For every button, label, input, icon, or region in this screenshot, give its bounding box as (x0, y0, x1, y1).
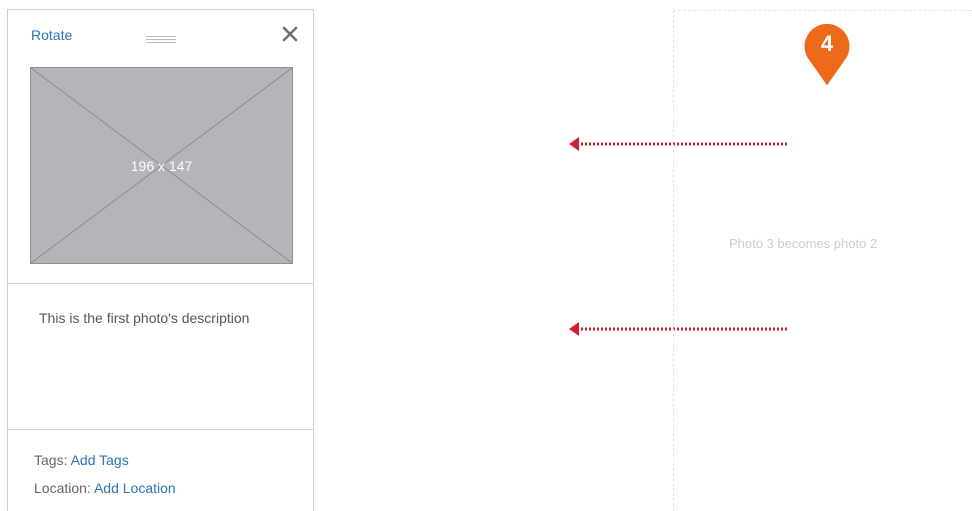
tags-label: Tags: (34, 452, 68, 468)
left-arrow-icon (569, 322, 787, 336)
drop-zone-border (673, 10, 674, 511)
add-tags-link[interactable]: Add Tags (71, 452, 129, 468)
drop-zone-border (673, 10, 972, 11)
drag-handle-icon[interactable] (146, 36, 176, 44)
step-marker-icon: 4 (801, 20, 853, 90)
divider (8, 429, 313, 430)
rotate-link[interactable]: Rotate (31, 27, 72, 43)
step-number: 4 (821, 31, 834, 56)
drop-zone-caption: Photo 3 becomes photo 2 (729, 236, 878, 251)
tags-row: Tags: Add Tags (34, 452, 129, 468)
add-location-link[interactable]: Add Location (94, 480, 176, 496)
close-icon[interactable] (282, 26, 298, 42)
location-label: Location: (34, 480, 91, 496)
photo-thumbnail[interactable]: 196 x 147 (30, 67, 293, 264)
photo-card: Rotate 196 x 147 This is the first photo… (7, 9, 314, 511)
divider (8, 283, 313, 284)
photo-description[interactable]: This is the first photo's description (39, 310, 249, 326)
left-arrow-icon (569, 137, 787, 151)
location-row: Location: Add Location (34, 480, 176, 496)
thumbnail-size-label: 196 x 147 (130, 158, 193, 174)
